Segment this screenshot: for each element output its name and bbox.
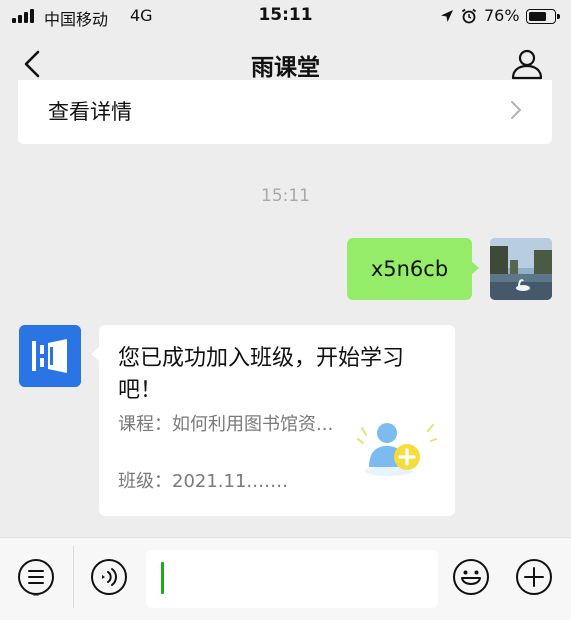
class-joined-card[interactable]: 您已成功加入班级，开始学习吧！ 课程：如何利用图书馆资... 班级：2021.1… (99, 325, 455, 516)
card-title: 您已成功加入班级，开始学习吧！ (118, 346, 405, 403)
add-member-illustration-icon (357, 423, 437, 476)
alarm-icon (461, 8, 477, 24)
status-bar: 中国移动 4G 15:11 76% (0, 0, 571, 34)
profile-button[interactable] (510, 48, 544, 80)
battery-percent: 76% (484, 6, 520, 25)
voice-icon (91, 559, 127, 595)
menu-button[interactable] (17, 558, 55, 596)
outgoing-bubble-tail (471, 261, 479, 275)
person-icon (511, 49, 543, 80)
chevron-left-icon (24, 50, 40, 78)
back-button[interactable] (18, 48, 48, 80)
view-details-link[interactable]: 查看详情 (48, 96, 132, 126)
voice-button[interactable] (90, 558, 128, 596)
message-timestamp: 15:11 (261, 186, 310, 206)
emoji-icon (453, 559, 489, 595)
more-button[interactable] (515, 558, 553, 596)
yuketang-avatar[interactable] (19, 325, 81, 387)
chevron-right-icon (511, 101, 521, 119)
location-icon (441, 10, 453, 22)
battery-icon (526, 9, 560, 24)
previous-message-card[interactable]: 查看详情 (18, 80, 552, 144)
plus-icon (516, 559, 552, 595)
list-menu-icon (18, 559, 54, 596)
outgoing-message-bubble[interactable]: x5n6cb (347, 238, 472, 300)
chat-input-bar (0, 537, 571, 620)
incoming-bubble-tail (91, 347, 99, 361)
my-avatar[interactable] (490, 238, 552, 300)
input-divider (73, 546, 74, 608)
page-title: 雨课堂 (251, 55, 320, 81)
yuketang-logo-icon (19, 325, 81, 387)
course-info: 课程：如何利用图书馆资... (118, 414, 334, 435)
message-input[interactable] (146, 550, 438, 608)
emoji-button[interactable] (452, 558, 490, 596)
text-caret (161, 562, 164, 594)
class-info: 班级：2021.11.…… (118, 471, 289, 492)
